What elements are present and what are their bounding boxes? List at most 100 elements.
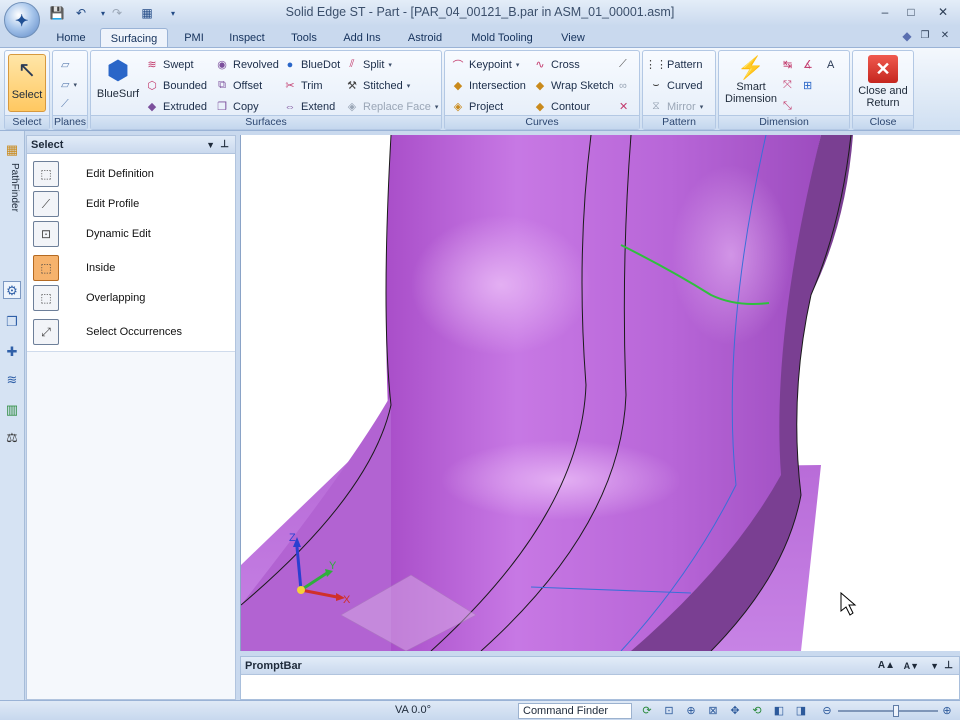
graphics-viewport[interactable]: Z Y X (240, 135, 960, 651)
layers-icon[interactable]: ❐ (3, 313, 21, 331)
plane-options-icon[interactable]: ▱ ▾ (61, 75, 77, 94)
bluesurf-button[interactable]: ⬢ BlueSurf (95, 55, 141, 111)
curve-tool-3-icon[interactable]: ✕ (619, 97, 628, 116)
tab-pmi[interactable]: PMI (176, 28, 212, 48)
tab-home[interactable]: Home (50, 28, 92, 48)
fit-icon[interactable]: ⊠ (706, 704, 720, 718)
dynamic-edit-item[interactable]: ⊡ Dynamic Edit (27, 220, 235, 248)
tab-inspect[interactable]: Inspect (222, 28, 272, 48)
view-cube-icon[interactable]: ◧ (772, 704, 786, 718)
promptbar-dropdown-icon[interactable]: ▼ (930, 657, 939, 675)
library-icon[interactable]: ⚖ (3, 429, 21, 447)
copy-button[interactable]: ❐ Copy (215, 97, 259, 116)
family-icon[interactable]: ✚ (3, 343, 21, 361)
rotate-icon[interactable]: ⟲ (750, 704, 764, 718)
dimension-tool-1-icon[interactable]: ↹ (783, 55, 792, 74)
refresh-icon[interactable]: ⟳ (640, 704, 654, 718)
sensors-icon[interactable]: ≋ (3, 371, 21, 389)
zoom-slider-track[interactable] (838, 710, 938, 712)
ribbon: ↖ Select Select ▱ ▱ ▾ ⟋ Planes ⬢ BlueSurf… (0, 47, 960, 131)
project-button[interactable]: ◈ Project (451, 97, 503, 116)
group-pattern: ⋮⋮ Pattern ⌣ Curved ⧖ Mirror ▾ Pattern (642, 50, 716, 130)
wrap-sketch-button[interactable]: ◆ Wrap Sketch (533, 76, 614, 95)
curve-tool-2-icon[interactable]: ∞ (619, 76, 627, 95)
command-finder-input[interactable]: Command Finder (518, 703, 632, 719)
pathfinder-tab[interactable]: PathFinder (4, 163, 20, 223)
view-manager-icon[interactable]: ▥ (3, 401, 21, 419)
shading-icon[interactable]: ◨ (794, 704, 808, 718)
select-button-label: Select (11, 89, 43, 101)
bounded-button[interactable]: ⬡ Bounded (145, 76, 207, 95)
stitched-button[interactable]: ⚒ Stitched ▾ (345, 76, 410, 95)
cross-icon: ∿ (535, 59, 545, 71)
extend-icon: ⇔ (284, 100, 296, 113)
tab-view[interactable]: View (552, 28, 594, 48)
tab-surfacing[interactable]: Surfacing (100, 28, 168, 48)
plane-icon[interactable]: ▱ (61, 55, 69, 74)
coordinate-system-icon[interactable]: ⟋ (61, 95, 69, 114)
pattern-button[interactable]: ⋮⋮ Pattern (645, 55, 702, 74)
keypoint-button[interactable]: ⌒ Keypoint ▾ (451, 55, 520, 74)
promptbar-pin-icon[interactable]: ⊥ (944, 657, 953, 675)
minimize-button[interactable]: – (874, 3, 896, 21)
pathfinder-icon[interactable]: ▦ (3, 141, 21, 159)
dimension-tool-4-icon[interactable]: ⊞ (803, 76, 812, 95)
promptbar: PromptBar A▲ A▼ ▼ ⊥ (240, 656, 960, 700)
revolved-button[interactable]: ◉ Revolved (215, 55, 279, 74)
edit-profile-item[interactable]: ⟋ Edit Profile (27, 190, 235, 218)
doc-close-button[interactable]: ✕ (934, 27, 956, 45)
group-label-dimension: Dimension (719, 115, 849, 129)
select-button[interactable]: ↖ Select (8, 54, 46, 112)
dimension-tool-3-icon[interactable]: ⤧ (783, 76, 792, 95)
zoom-area-icon[interactable]: ⊡ (662, 704, 676, 718)
pin-icon[interactable]: ⊥ (220, 136, 229, 154)
dimension-tool-2-icon[interactable]: ∡ (803, 55, 813, 74)
zoom-out-icon[interactable]: ⊖ (820, 704, 834, 718)
curve-tool-1-icon[interactable]: ⟋ (619, 55, 627, 74)
swept-button[interactable]: ≋ Swept (145, 55, 193, 74)
replace-face-button[interactable]: ◈ Replace Face ▾ (345, 97, 439, 116)
tab-add-ins[interactable]: Add Ins (336, 28, 388, 48)
trim-button[interactable]: ✂ Trim (283, 76, 322, 95)
font-decrease-icon[interactable]: A▼ (904, 657, 919, 675)
select-panel-title: Select (31, 139, 64, 151)
curved-button[interactable]: ⌣ Curved (649, 76, 702, 95)
zoom-icon[interactable]: ⊕ (684, 704, 698, 718)
cross-button[interactable]: ∿ Cross (533, 55, 579, 74)
extend-button[interactable]: ⇔ Extend (283, 97, 336, 116)
intersection-button[interactable]: ◆ Intersection (451, 76, 526, 95)
smart-dimension-button[interactable]: ⚡ Smart Dimension (721, 55, 781, 113)
application-button[interactable]: ✦ (4, 2, 40, 38)
zoom-in-icon[interactable]: ⊕ (940, 704, 954, 718)
bluedot-icon: ● (286, 58, 294, 71)
tab-mold-tooling[interactable]: Mold Tooling (462, 28, 542, 48)
overlapping-item[interactable]: ⬚ Overlapping (27, 284, 235, 312)
part-model-view[interactable]: Z Y X (241, 135, 960, 651)
panel-dropdown-icon[interactable]: ▼ (206, 136, 215, 154)
text-annotation-icon[interactable]: A (827, 55, 834, 74)
pan-icon[interactable]: ✥ (728, 704, 742, 718)
close-and-return-button[interactable]: ✕ Close and Return (855, 55, 911, 113)
tab-tools[interactable]: Tools (282, 28, 326, 48)
extruded-button[interactable]: ◆ Extruded (145, 97, 207, 116)
mirror-button[interactable]: ⧖ Mirror ▾ (649, 97, 703, 116)
edit-definition-item[interactable]: ⬚ Edit Definition (27, 160, 235, 188)
offset-button[interactable]: ⧉ Offset (215, 76, 262, 95)
split-icon: ⫽ (349, 58, 355, 70)
doc-restore-button[interactable]: ❐ (914, 27, 936, 45)
close-window-button[interactable]: ✕ (932, 3, 954, 21)
tab-astroid[interactable]: Astroid (398, 28, 452, 48)
maximize-button[interactable]: □ (900, 3, 922, 21)
triad-y-label: Y (329, 560, 337, 572)
split-button[interactable]: ⫽ Split ▾ (345, 55, 392, 74)
select-occurrences-item[interactable]: ⤢ Select Occurrences (27, 318, 235, 346)
edit-definition-icon: ⬚ (33, 161, 59, 187)
inside-item[interactable]: ⬚ Inside (27, 254, 235, 282)
zoom-slider-thumb[interactable] (893, 705, 899, 717)
copy-icon: ❐ (217, 101, 227, 113)
dimension-tool-5-icon[interactable]: ⤡ (783, 97, 792, 116)
font-increase-icon[interactable]: A▲ (878, 657, 895, 675)
features-icon[interactable]: ⚙ (3, 281, 21, 299)
bluedot-button[interactable]: ● BlueDot (283, 55, 340, 74)
contour-button[interactable]: ◆ Contour (533, 97, 590, 116)
